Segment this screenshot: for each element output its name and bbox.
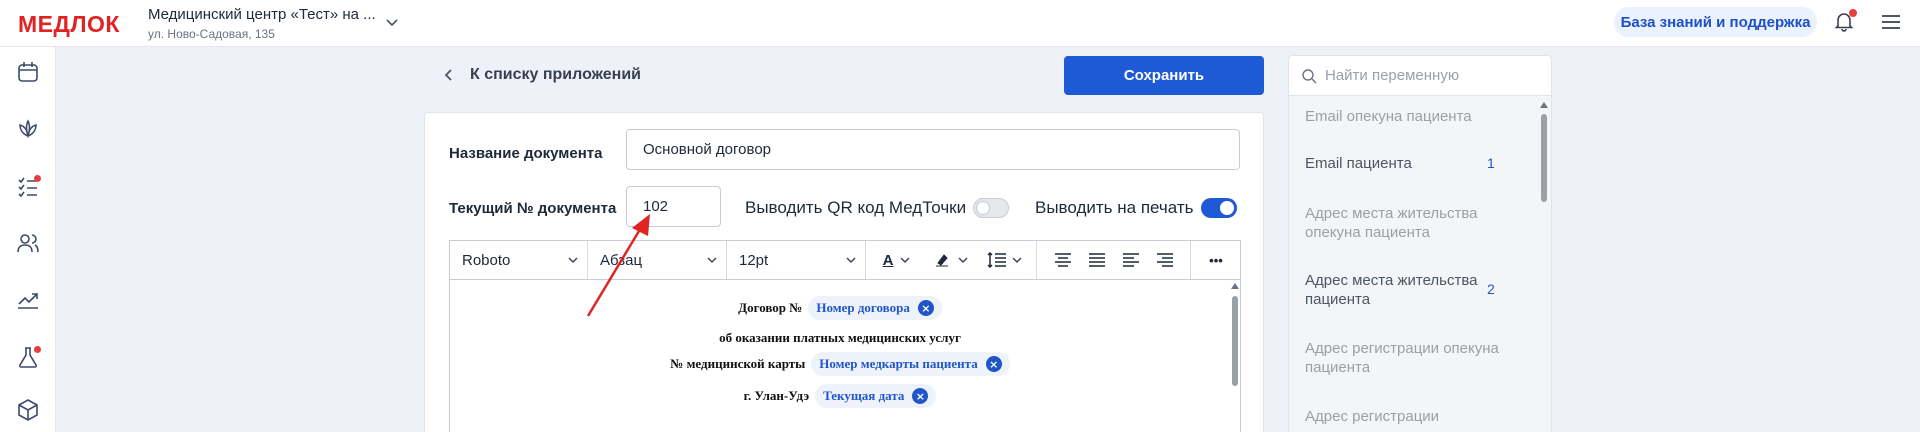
- align-justify-icon: [1089, 253, 1105, 267]
- font-family-value: Roboto: [462, 251, 511, 269]
- close-icon[interactable]: ×: [917, 300, 934, 316]
- variable-chip[interactable]: Текущая дата ×: [815, 384, 937, 408]
- chevron-down-icon: [707, 257, 717, 263]
- analytics-icon[interactable]: [15, 287, 41, 313]
- doc-name-label: Название документа: [449, 145, 603, 162]
- clinic-address: ул. Ново-Садовая, 135: [148, 27, 275, 41]
- chip-label: Номер договора: [816, 300, 910, 315]
- font-family-select[interactable]: Roboto: [450, 241, 588, 279]
- chevron-down-icon: [846, 257, 856, 263]
- close-icon[interactable]: ×: [985, 356, 1002, 372]
- qr-toggle[interactable]: [973, 198, 1009, 218]
- print-toggle-label: Выводить на печать: [1035, 198, 1194, 217]
- font-size-select[interactable]: 12pt: [727, 241, 866, 279]
- editor-content[interactable]: Договор № Номер договора × об оказании п…: [449, 280, 1241, 432]
- align-right-button[interactable]: [1148, 241, 1182, 279]
- chevron-down-icon: [568, 257, 578, 263]
- align-left-icon: [1123, 253, 1139, 267]
- variable-item[interactable]: Email пациента: [1305, 154, 1505, 173]
- variable-search-placeholder: Найти переменную: [1325, 67, 1460, 84]
- align-left-button[interactable]: [1114, 241, 1148, 279]
- scroll-up-icon[interactable]: [1540, 102, 1548, 108]
- variable-item[interactable]: Адрес регистрации опекуна пациента: [1305, 339, 1505, 377]
- close-icon[interactable]: ×: [912, 388, 929, 404]
- sidebar: [0, 47, 56, 432]
- more-options-button[interactable]: •••: [1192, 241, 1240, 279]
- clinic-selector[interactable]: Медицинский центр «Тест» на ... ул. Ново…: [148, 6, 376, 41]
- chevron-down-icon: [1012, 257, 1022, 263]
- calendar-icon[interactable]: [15, 59, 41, 85]
- chip-label: Текущая дата: [823, 388, 905, 403]
- back-link[interactable]: К списку приложений: [442, 66, 641, 84]
- chip-label: Номер медкарты пациента: [819, 356, 978, 371]
- contract-number-text: Договор №: [738, 300, 803, 315]
- variables-list: Email опекуна пациента Email пациента 1 …: [1289, 96, 1539, 432]
- variables-scroll-thumb[interactable]: [1541, 114, 1547, 202]
- services-text: об оказании платных медицинских услуг: [719, 330, 961, 345]
- knowledge-base-button[interactable]: База знаний и поддержка: [1614, 7, 1817, 37]
- hamburger-menu-icon[interactable]: [1880, 12, 1902, 32]
- variable-item[interactable]: Адрес регистрации: [1305, 407, 1505, 426]
- align-right-icon: [1157, 253, 1173, 267]
- doc-line-contract: Договор № Номер договора ×: [450, 296, 1230, 320]
- users-icon[interactable]: [15, 230, 41, 256]
- toolbar-divider: [1036, 241, 1037, 279]
- variable-chip[interactable]: Номер договора ×: [808, 296, 942, 320]
- city-text: г. Улан-Удэ: [743, 388, 810, 403]
- annotation-arrow-icon: [586, 214, 650, 317]
- toolbar-divider: [1190, 241, 1191, 279]
- doc-line-city: г. Улан-Удэ Текущая дата ×: [450, 384, 1230, 408]
- variable-item[interactable]: Email опекуна пациента: [1305, 107, 1505, 126]
- chevron-down-icon: [958, 257, 968, 263]
- variables-scrollbar[interactable]: [1539, 100, 1549, 430]
- doc-line-medcard: № медицинской карты Номер медкарты пацие…: [450, 352, 1230, 376]
- save-button[interactable]: Сохранить: [1064, 56, 1264, 95]
- back-link-label: К списку приложений: [470, 66, 642, 83]
- variable-item[interactable]: Адрес места жительства пациента: [1305, 271, 1505, 309]
- chevron-down-icon[interactable]: [384, 14, 400, 30]
- clinic-name: Медицинский центр «Тест» на ...: [148, 6, 376, 23]
- search-icon: [1302, 68, 1317, 83]
- variable-item[interactable]: Адрес места жительства опекуна пациента: [1305, 204, 1505, 242]
- doc-name-input[interactable]: Основной договор: [626, 129, 1240, 170]
- line-height-button[interactable]: [978, 241, 1032, 279]
- doc-line-services: об оказании платных медицинских услуг: [450, 330, 1230, 346]
- chevron-down-icon: [900, 257, 910, 263]
- box-icon[interactable]: [15, 397, 41, 423]
- medcard-text: № медицинской карты: [670, 356, 806, 371]
- notification-badge: [1849, 9, 1857, 17]
- variable-usage-count: 1: [1487, 155, 1495, 171]
- checklist-badge: [34, 175, 41, 182]
- variable-usage-count: 2: [1487, 281, 1495, 297]
- editor-scrollbar[interactable]: [1230, 280, 1240, 432]
- highlight-color-button[interactable]: [924, 241, 978, 279]
- line-height-icon: [987, 251, 1006, 269]
- font-size-value: 12pt: [739, 251, 769, 269]
- print-toggle[interactable]: [1201, 198, 1237, 218]
- lab-badge: [34, 346, 41, 353]
- editor-toolbar: Roboto Абзац 12pt A: [449, 240, 1241, 280]
- variable-chip[interactable]: Номер медкарты пациента ×: [811, 352, 1010, 376]
- align-center-icon: [1055, 253, 1071, 267]
- top-bar: МЕДЛОК Медицинский центр «Тест» на ... у…: [0, 0, 1920, 47]
- align-justify-button[interactable]: [1080, 241, 1114, 279]
- document-card: Название документа Основной договор Теку…: [424, 112, 1264, 432]
- text-color-icon: A: [882, 251, 894, 269]
- editor-scroll-thumb[interactable]: [1232, 296, 1238, 386]
- chevron-left-icon: [444, 69, 452, 81]
- scroll-up-icon[interactable]: [1231, 283, 1239, 289]
- lotus-icon[interactable]: [15, 116, 41, 142]
- logo[interactable]: МЕДЛОК: [18, 11, 120, 38]
- variable-search-input[interactable]: Найти переменную: [1289, 56, 1551, 96]
- highlighter-icon: [936, 254, 948, 267]
- variables-panel: Найти переменную Email опекуна пациента …: [1288, 55, 1552, 432]
- align-center-button[interactable]: [1046, 241, 1080, 279]
- qr-toggle-label: Выводить QR код МедТочки: [745, 198, 967, 217]
- text-color-button[interactable]: A: [870, 241, 924, 279]
